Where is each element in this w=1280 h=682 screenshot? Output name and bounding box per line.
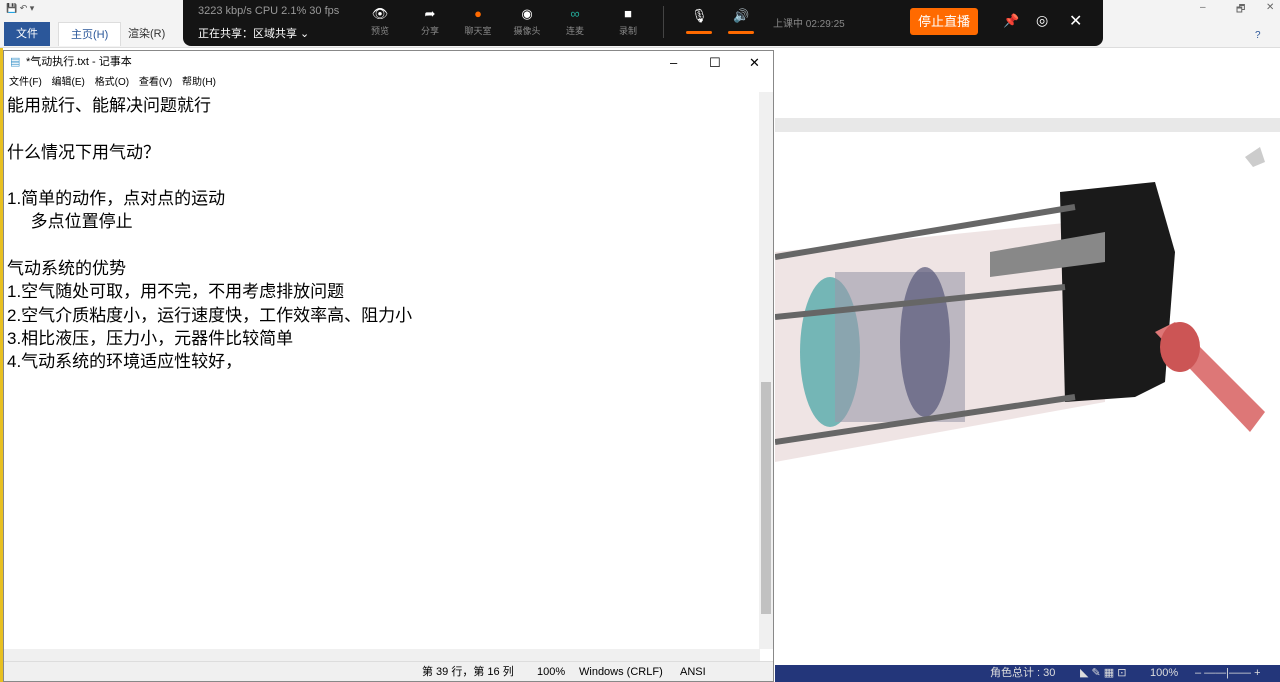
menu-help[interactable]: 帮助(H) — [182, 77, 216, 88]
co-host-button[interactable]: ∞ 连麦 — [550, 6, 600, 37]
class-timer: 上课中 02:29:25 — [773, 19, 845, 30]
minimize-button[interactable]: – — [670, 51, 677, 74]
text-line: 1.简单的动作，点对点的运动 — [7, 189, 226, 209]
settings-icon[interactable]: ◎ — [1036, 12, 1048, 29]
text-line: 3.相比液压，压力小，元器件比较简单 — [7, 328, 294, 348]
notepad-window: ▤ *气动执行.txt - 记事本 – ☐ ✕ 文件(F) 编辑(E) 格式(O… — [3, 50, 774, 682]
window-title: *气动执行.txt - 记事本 — [26, 56, 132, 68]
text-line: 1.空气随处可取，用不完，不用考虑排放问题 — [7, 282, 345, 302]
text-line: 能用就行、能解决问题就行 — [7, 96, 211, 115]
tool-label: 分享 — [420, 26, 439, 36]
close-icon[interactable]: ✕ — [1069, 11, 1082, 31]
divider — [663, 6, 664, 38]
preview-button[interactable]: 👁 预览 — [355, 6, 405, 37]
pneumatic-cylinder-model — [774, 147, 1265, 462]
tab-file[interactable]: 文件 — [4, 22, 50, 46]
text-line: 4.气动系统的环境适应性较好， — [7, 352, 243, 372]
text-line — [7, 164, 757, 187]
tool-label: 聊天室 — [464, 26, 492, 36]
text-line: 气动系统的优势 — [7, 259, 126, 279]
vertical-scrollbar[interactable] — [759, 92, 773, 649]
tab-render[interactable]: 渲染(R) — [116, 22, 177, 46]
share-button[interactable]: ➦ 分享 — [405, 6, 455, 37]
text-line: 2.空气介质粘度小，运行速度快，工作效率高、阻力小 — [7, 305, 413, 325]
chat-icon: ● — [474, 6, 482, 21]
camera-button[interactable]: ◉ 摄像头 — [502, 6, 552, 37]
microphone-icon[interactable]: 🎙 — [691, 8, 708, 24]
tool-label: 连麦 — [565, 26, 584, 36]
record-button[interactable]: ■ 录制 — [603, 6, 653, 37]
tool-label: 录制 — [618, 26, 637, 36]
minimize-button[interactable]: – — [1200, 2, 1206, 13]
menu-format[interactable]: 格式(O) — [95, 77, 129, 88]
restore-button[interactable]: 🗗 — [1236, 2, 1245, 19]
menu-edit[interactable]: 编辑(E) — [52, 77, 85, 88]
encoding: ANSI — [680, 666, 706, 678]
speaker-icon[interactable]: 🔊 — [733, 8, 749, 24]
chatroom-button[interactable]: ● 聊天室 — [453, 6, 503, 37]
cursor-position: 第 39 行，第 16 列 — [422, 666, 514, 678]
stream-stats: 3223 kbp/s CPU 2.1% 30 fps — [198, 5, 340, 17]
text-line: 多点位置停止 — [7, 212, 133, 232]
zoom-slider[interactable]: – ——|—— + — [1195, 665, 1261, 682]
speaker-level — [728, 31, 754, 34]
eye-icon: 👁 — [371, 6, 389, 21]
tab-home[interactable]: 主页(H) — [58, 22, 122, 46]
text-editor[interactable]: 能用就行、能解决问题就行 什么情况下用气动？ 1.简单的动作，点对点的运动 多点… — [4, 92, 760, 662]
status-bar: 第 39 行，第 16 列 100% Windows (CRLF) ANSI — [4, 661, 773, 681]
actor-count: 角色总计 : 30 — [990, 667, 1056, 679]
share-icon: ➦ — [424, 6, 436, 21]
maximize-button[interactable]: ☐ — [709, 51, 721, 74]
scroll-thumb[interactable] — [761, 382, 771, 614]
cad-status-bar: 角色总计 : 30 ◣ ✎ ▦ ⊡ 100% – ——|—— + — [775, 665, 1280, 682]
notepad-icon: ▤ — [10, 56, 21, 68]
text-line — [7, 234, 757, 257]
cad-viewport[interactable] — [774, 118, 1280, 665]
webcam-icon: ◉ — [521, 6, 533, 21]
video-icon: ■ — [624, 6, 632, 21]
zoom-level: 100% — [537, 666, 566, 678]
quick-access-toolbar[interactable]: 💾 ↶ ▾ — [6, 3, 34, 14]
text-line: 什么情况下用气动？ — [7, 142, 160, 162]
view-tools-icon[interactable]: ◣ ✎ ▦ ⊡ — [1080, 665, 1126, 682]
link-icon: ∞ — [570, 6, 580, 21]
mic-level — [686, 31, 712, 34]
close-button[interactable]: ✕ — [749, 51, 760, 74]
live-toolbar: 3223 kbp/s CPU 2.1% 30 fps 正在共享：区域共享 ⌄ 👁… — [183, 0, 1103, 46]
menu-view[interactable]: 查看(V) — [139, 77, 172, 88]
menu-bar: 文件(F) 编辑(E) 格式(O) 查看(V) 帮助(H) — [4, 74, 773, 92]
sharing-dropdown[interactable]: 正在共享：区域共享 ⌄ — [198, 25, 309, 41]
title-bar[interactable]: ▤ *气动执行.txt - 记事本 – ☐ ✕ — [4, 51, 773, 74]
zoom-level: 100% — [1150, 667, 1179, 679]
tool-label: 摄像头 — [513, 26, 541, 36]
pin-icon[interactable]: 📌 — [1003, 13, 1019, 29]
stop-live-button[interactable]: 停止直播 — [910, 8, 978, 35]
help-icon[interactable]: ? — [1255, 30, 1261, 41]
tool-label: 预览 — [370, 26, 389, 36]
text-line — [7, 117, 757, 140]
line-ending: Windows (CRLF) — [579, 666, 663, 678]
sharing-label: 正在共享：区域共享 — [198, 28, 297, 40]
close-button[interactable]: ✕ — [1266, 2, 1274, 13]
menu-file[interactable]: 文件(F) — [9, 77, 42, 88]
